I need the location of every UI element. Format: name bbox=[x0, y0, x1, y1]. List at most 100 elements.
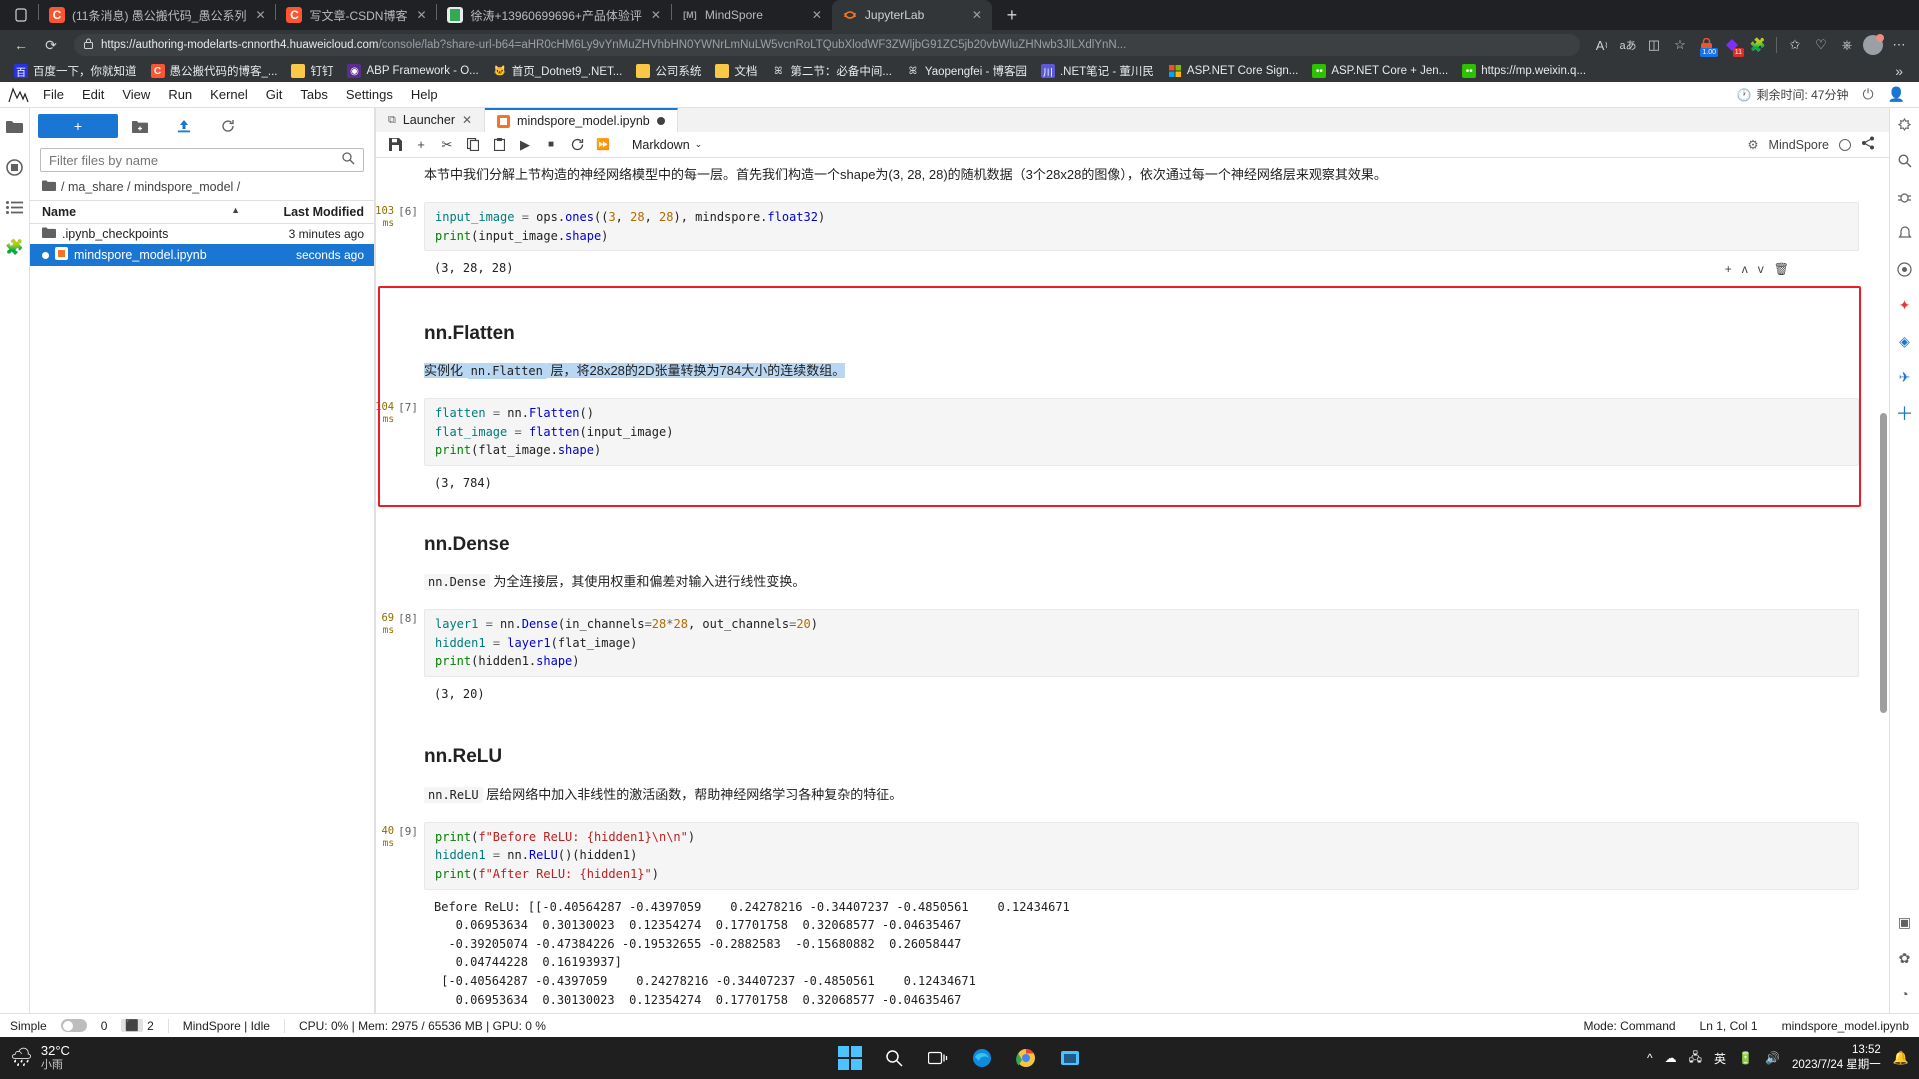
bookmark-item[interactable]: •• ASP.NET Core + Jen... bbox=[1306, 61, 1454, 81]
bookmark-item[interactable]: ꕤ 第二节：必备中间... bbox=[765, 61, 898, 81]
tab-mindspore-notebook[interactable]: mindspore_model.ipynb bbox=[485, 108, 678, 132]
extension-redlock-icon[interactable]: 1.00 bbox=[1694, 33, 1718, 57]
code-editor[interactable]: print(f"Before ReLU: {hidden1}\n\n") hid… bbox=[424, 821, 1859, 890]
bookmark-item[interactable]: ASP.NET Core Sign... bbox=[1162, 61, 1304, 81]
menu-view[interactable]: View bbox=[113, 82, 159, 108]
menu-file[interactable]: File bbox=[34, 82, 73, 108]
taskbar-clock[interactable]: 13:52 2023/7/24 星期一 bbox=[1792, 1043, 1881, 1073]
search-panel-icon[interactable] bbox=[1894, 150, 1916, 172]
insert-cell-icon[interactable]: + bbox=[408, 133, 434, 157]
volume-icon[interactable]: 🔊 bbox=[1765, 1051, 1780, 1065]
move-cell-up-icon[interactable]: ʌ bbox=[1742, 262, 1748, 276]
menu-help[interactable]: Help bbox=[402, 82, 447, 108]
menu-settings[interactable]: Settings bbox=[337, 82, 402, 108]
weather-widget[interactable]: 🌧 32°C 小雨 bbox=[10, 1043, 70, 1072]
new-tab-button[interactable]: + bbox=[998, 1, 1026, 29]
onedrive-icon[interactable]: ☁ bbox=[1665, 1051, 1677, 1065]
bookmark-item[interactable]: 公司系统 bbox=[630, 61, 707, 81]
browser-tab-2[interactable]: 徐涛+13960699696+产品体验评 ✕ bbox=[437, 0, 671, 30]
close-icon[interactable]: ✕ bbox=[649, 8, 663, 22]
menu-edit[interactable]: Edit bbox=[73, 82, 113, 108]
kernel-name-label[interactable]: MindSpore bbox=[1769, 138, 1829, 152]
cell-type-dropdown[interactable]: Markdown ⌄ bbox=[628, 138, 706, 152]
new-launcher-button[interactable]: + bbox=[38, 114, 118, 138]
bookmarks-overflow-icon[interactable]: » bbox=[1887, 63, 1911, 79]
notebook-scroll-area[interactable]: 本节中我们分解上节构造的神经网络模型中的每一层。首先我们构造一个shape为(3… bbox=[376, 158, 1889, 1013]
unsaved-indicator-icon[interactable] bbox=[656, 117, 665, 125]
extension-purple-icon[interactable]: 11 bbox=[1720, 33, 1744, 57]
browser-tab-1[interactable]: C 写文章-CSDN博客 ✕ bbox=[276, 0, 437, 30]
share-panel-icon[interactable]: ✈ bbox=[1894, 366, 1916, 388]
user-icon[interactable]: 👤 bbox=[1888, 86, 1905, 103]
simple-mode-toggle[interactable] bbox=[60, 1019, 87, 1032]
avatar[interactable] bbox=[1861, 33, 1885, 57]
menu-kernel[interactable]: Kernel bbox=[201, 82, 257, 108]
markdown-cell-relu[interactable]: nn.ReLU nn.ReLU 层给网络中加入非线性的激活函数，帮助神经网络学习… bbox=[376, 709, 1889, 811]
kernel-status-label[interactable]: MindSpore | Idle bbox=[183, 1019, 270, 1033]
share-icon[interactable] bbox=[1861, 136, 1875, 153]
close-icon[interactable]: ✕ bbox=[414, 8, 428, 22]
code-editor[interactable]: input_image = ops.ones((3, 28, 28), mind… bbox=[424, 202, 1859, 252]
favorite-star-icon[interactable]: ☆ bbox=[1668, 33, 1692, 57]
collections-icon[interactable]: ✩ bbox=[1783, 33, 1807, 57]
column-header-modified[interactable]: Last Modified bbox=[254, 205, 364, 219]
list-item-selected[interactable]: mindspore_model.ipynb seconds ago bbox=[30, 244, 374, 266]
browser-tab-0[interactable]: C (11条消息) 愚公搬代码_愚公系列 ✕ bbox=[39, 0, 276, 30]
split-screen-icon[interactable]: ◫ bbox=[1642, 33, 1666, 57]
ime-language-icon[interactable]: 英 bbox=[1714, 1050, 1726, 1067]
bookmark-item[interactable]: 川 .NET笔记 - 董川民 bbox=[1035, 61, 1160, 81]
bookmark-item[interactable]: 文档 bbox=[709, 61, 763, 81]
obs-storage-icon[interactable] bbox=[1894, 258, 1916, 280]
kernels-count[interactable]: ⬛ 2 bbox=[121, 1019, 154, 1033]
settings-more-icon[interactable]: ⋯ bbox=[1887, 33, 1911, 57]
stop-kernel-icon[interactable]: ■ bbox=[538, 133, 564, 157]
settings-panel-icon[interactable]: ✿ bbox=[1894, 947, 1916, 969]
run-cell-icon[interactable]: ▶ bbox=[512, 133, 538, 157]
extension-manager-icon[interactable]: 🧩 bbox=[4, 236, 26, 258]
search-input[interactable] bbox=[49, 152, 342, 168]
performance-icon[interactable]: ⎈ bbox=[1835, 33, 1859, 57]
markdown-cell-flatten[interactable]: nn.Flatten 实例化 nn.Flatten 层，将28x28的2D张量转… bbox=[376, 284, 1889, 388]
bookmark-item[interactable]: 🐱 首页_Dotnet9_.NET... bbox=[487, 61, 629, 81]
edge-browser-icon[interactable] bbox=[967, 1043, 997, 1073]
running-terminals-icon[interactable] bbox=[4, 156, 26, 178]
code-cell-6[interactable]: 103 ms [6] input_image = ops.ones((3, 28,… bbox=[376, 202, 1889, 252]
bookmark-item[interactable]: ꕤ Yaopengfei - 博客园 bbox=[900, 61, 1033, 81]
code-editor[interactable]: layer1 = nn.Dense(in_channels=28*28, out… bbox=[424, 609, 1859, 677]
delete-cell-icon[interactable]: 🗑 bbox=[1774, 262, 1789, 276]
code-cell-9[interactable]: 40 ms [9] print(f"Before ReLU: {hidden1}\… bbox=[376, 821, 1889, 890]
copy-cell-icon[interactable] bbox=[460, 133, 486, 157]
menu-git[interactable]: Git bbox=[257, 82, 292, 108]
browser-tab-4-active[interactable]: JupyterLab ✕ bbox=[831, 0, 992, 30]
debugger-icon[interactable] bbox=[1894, 186, 1916, 208]
new-folder-icon[interactable] bbox=[118, 113, 162, 139]
bookmark-item[interactable]: C 愚公搬代码的博客_... bbox=[145, 61, 284, 81]
help-panel-icon[interactable]: ◔ bbox=[1894, 983, 1916, 1005]
tab-search-icon[interactable] bbox=[4, 0, 38, 30]
menu-run[interactable]: Run bbox=[159, 82, 201, 108]
move-cell-down-icon[interactable]: v bbox=[1758, 262, 1764, 276]
filter-files-field[interactable] bbox=[40, 148, 364, 172]
address-bar[interactable]: https://authoring-modelarts-cnnorth4.hua… bbox=[74, 34, 1580, 56]
network-icon[interactable]: 🖧 bbox=[1689, 1048, 1702, 1069]
add-panel-icon[interactable]: ＋ bbox=[1894, 402, 1916, 424]
list-item[interactable]: .ipynb_checkpoints 3 minutes ago bbox=[30, 224, 374, 244]
restart-run-all-icon[interactable]: ⏩ bbox=[590, 133, 616, 157]
code-cell-8[interactable]: 69 ms [8] layer1 = nn.Dense(in_channels=2… bbox=[376, 609, 1889, 677]
terminals-count[interactable]: 0 bbox=[101, 1019, 108, 1033]
back-button[interactable]: ← bbox=[8, 33, 34, 57]
browser-essentials-icon[interactable]: ♡ bbox=[1809, 33, 1833, 57]
code-editor[interactable]: flatten = nn.Flatten() flat_image = flat… bbox=[424, 398, 1859, 467]
gear-icon[interactable]: ⚙ bbox=[1747, 137, 1758, 152]
start-button-icon[interactable] bbox=[835, 1043, 865, 1073]
property-inspector-icon[interactable] bbox=[1894, 114, 1916, 136]
close-icon[interactable]: ✕ bbox=[253, 8, 267, 22]
modelarts-icon[interactable]: ◈ bbox=[1894, 330, 1916, 352]
kernel-idle-icon[interactable] bbox=[1839, 138, 1851, 151]
menu-tabs[interactable]: Tabs bbox=[291, 82, 336, 108]
refresh-file-list-icon[interactable] bbox=[206, 113, 250, 139]
image-panel-icon[interactable]: ▣ bbox=[1894, 911, 1916, 933]
close-icon[interactable]: ✕ bbox=[810, 8, 824, 22]
upload-files-icon[interactable] bbox=[162, 113, 206, 139]
file-browser-icon[interactable] bbox=[4, 116, 26, 138]
